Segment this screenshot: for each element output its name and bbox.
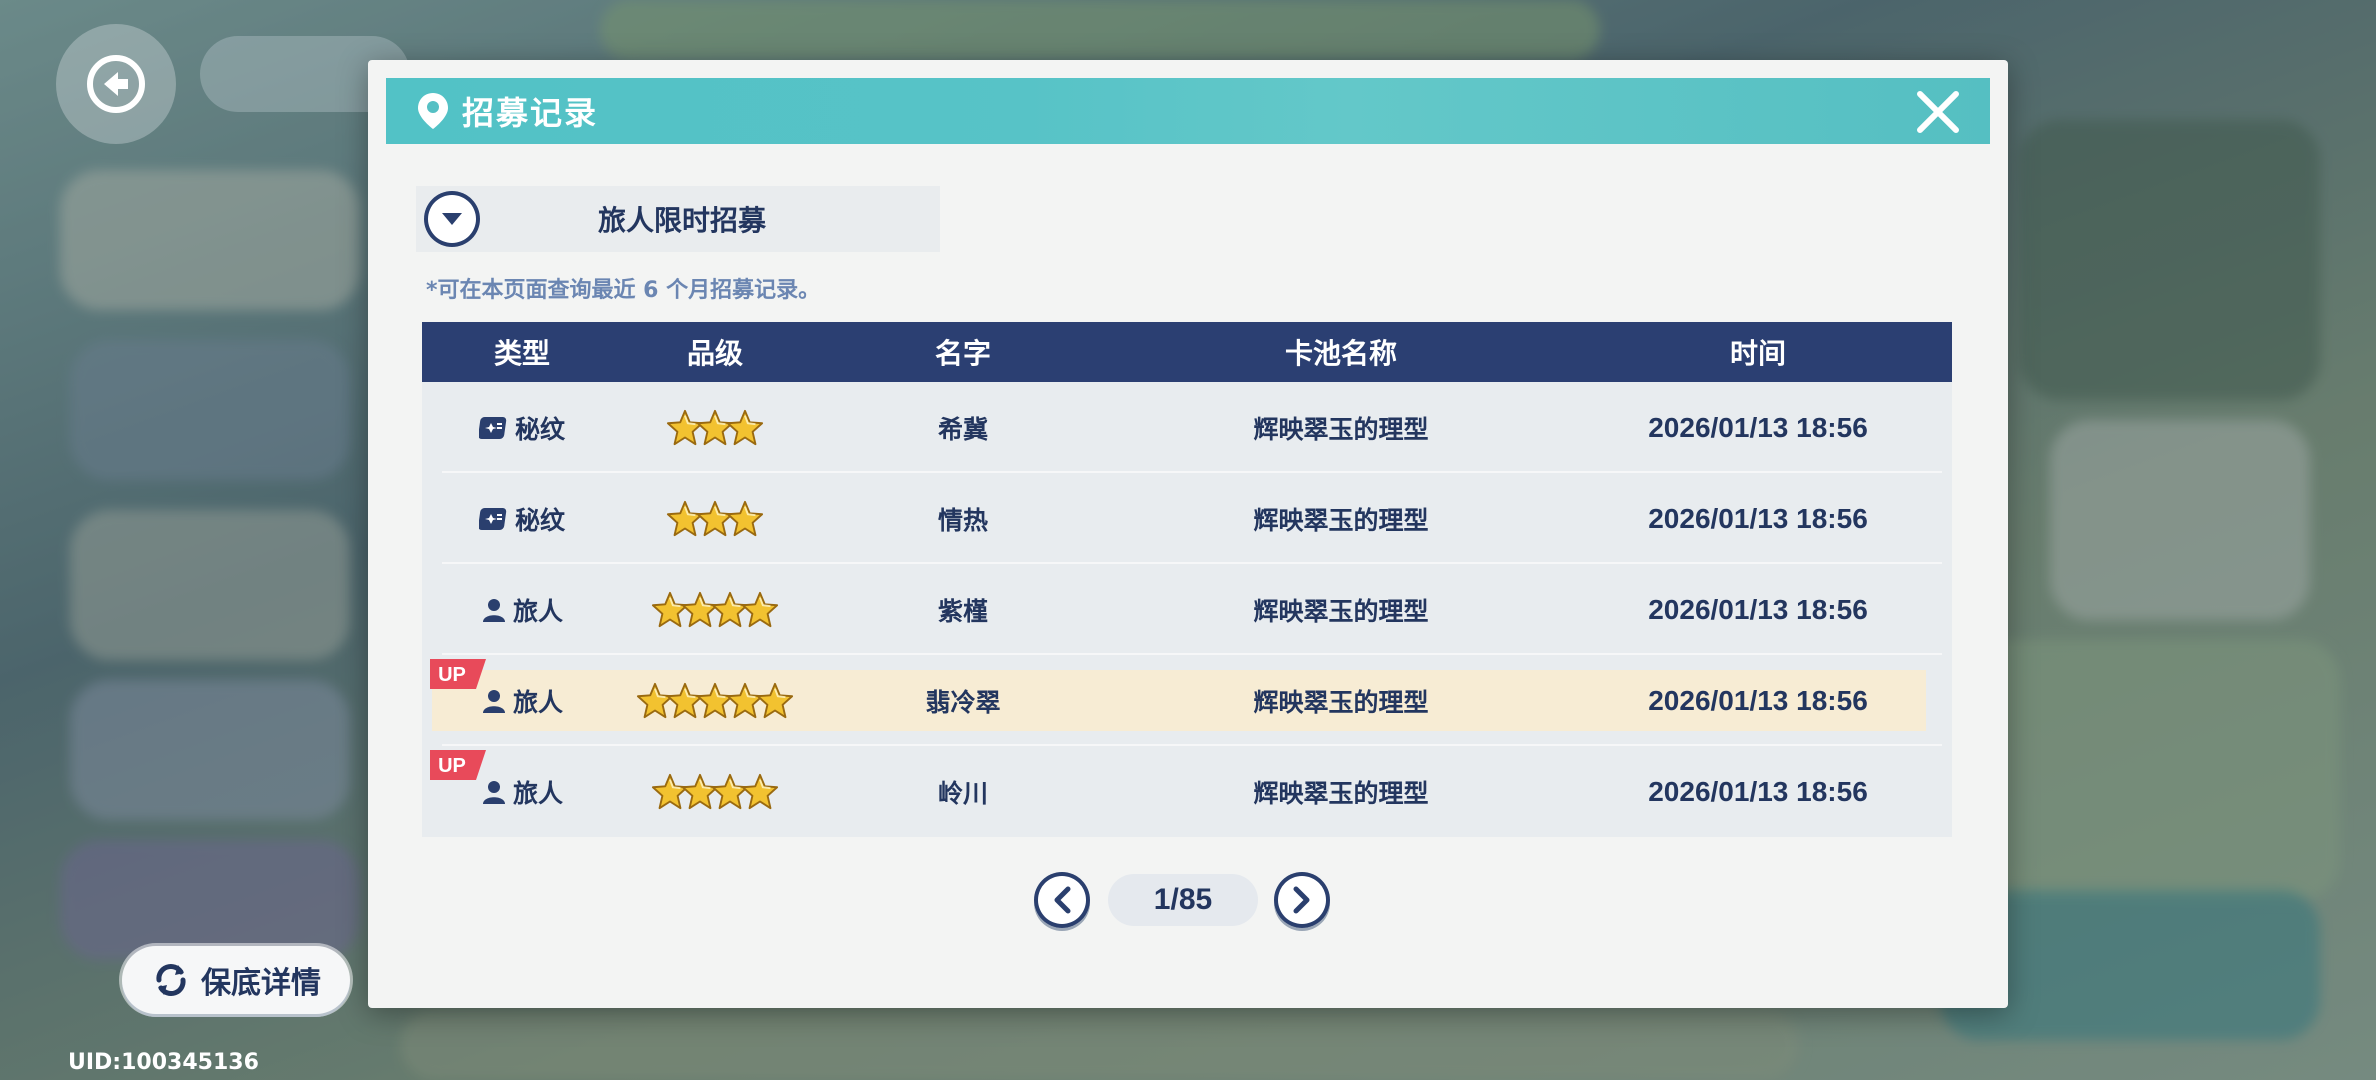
table-row: 旅人 紫槿 辉映翠玉的理型 2026/01/13 18:56 — [422, 564, 1952, 655]
cell-time: 2026/01/13 18:56 — [1648, 593, 1868, 625]
cell-pool: 辉映翠玉的理型 — [1253, 687, 1429, 717]
rune-icon — [478, 506, 509, 532]
person-icon — [481, 779, 507, 805]
back-button[interactable] — [56, 24, 176, 144]
cell-name: 情热 — [937, 505, 988, 535]
pagination: 1/85 — [1034, 870, 1334, 932]
prev-page-button[interactable] — [1034, 872, 1090, 928]
history-note: *可在本页面查询最近 6 个月招募记录。 — [426, 278, 821, 303]
recruit-record-dialog: 招募记录 旅人限时招募 *可在本页面查询最近 6 个月招募记录。 类型 品级 名… — [368, 60, 2008, 1008]
person-icon — [481, 688, 507, 714]
cell-time: 2026/01/13 18:56 — [1648, 775, 1868, 807]
cell-grade — [622, 682, 808, 720]
cell-name: 希冀 — [937, 414, 988, 444]
table-row: UP 旅人 岭川 辉映翠玉的理型 2026/01/13 18:56 — [422, 746, 1952, 837]
pool-selector[interactable]: 旅人限时招募 — [416, 186, 940, 252]
person-icon — [481, 597, 507, 623]
header-pool: 卡池名称 — [1284, 337, 1397, 370]
type-label: 旅人 — [512, 687, 563, 717]
cell-type: 旅人 — [422, 774, 622, 810]
chevron-right-icon — [1293, 886, 1310, 914]
pity-details-label: 保底详情 — [201, 966, 321, 1001]
cell-type: 旅人 — [422, 592, 622, 628]
cell-time: 2026/01/13 18:56 — [1648, 411, 1868, 443]
pity-details-button[interactable]: 保底详情 — [122, 946, 350, 1014]
table-body: 秘纹 希冀 辉映翠玉的理型 2026/01/13 18:56 秘纹 情热 辉映翠玉的理型 20… — [422, 382, 1952, 837]
cell-grade — [622, 409, 808, 447]
type-label: 秘纹 — [514, 414, 565, 444]
pool-selector-label: 旅人限时招募 — [597, 204, 766, 237]
cell-pool: 辉映翠玉的理型 — [1253, 596, 1429, 626]
chevron-down-icon — [442, 213, 462, 225]
next-page-button[interactable] — [1274, 872, 1330, 928]
star-icon — [741, 591, 779, 629]
cell-name: 翡冷翠 — [925, 687, 1001, 717]
cell-pool: 辉映翠玉的理型 — [1253, 414, 1429, 444]
star-icon — [726, 409, 764, 447]
table-row: 秘纹 情热 辉映翠玉的理型 2026/01/13 18:56 — [422, 473, 1952, 564]
cell-grade — [622, 591, 808, 629]
header-type: 类型 — [493, 337, 550, 370]
dropdown-button[interactable] — [424, 191, 480, 247]
header-grade: 品级 — [686, 337, 743, 370]
dialog-titlebar: 招募记录 — [386, 78, 1990, 144]
cell-type: 旅人 — [422, 683, 622, 719]
recruit-table: 类型 品级 名字 卡池名称 时间 秘纹 希冀 辉映翠玉的理型 2026/01/13 1… — [422, 322, 1952, 837]
type-label: 旅人 — [512, 596, 563, 626]
star-icon — [726, 500, 764, 538]
cell-name: 岭川 — [937, 778, 988, 808]
rune-icon — [478, 415, 509, 441]
uid-label: UID:100345136 — [68, 1050, 259, 1075]
cell-name: 紫槿 — [937, 596, 988, 626]
cell-time: 2026/01/13 18:56 — [1648, 502, 1868, 534]
refresh-icon — [156, 964, 186, 996]
cell-type: 秘纹 — [422, 501, 622, 537]
header-name: 名字 — [934, 337, 991, 370]
table-row: UP 旅人 翡冷翠 辉映翠玉的理型 2026/01/13 18:56 — [422, 655, 1952, 746]
location-pin-icon — [418, 93, 448, 129]
cell-time: 2026/01/13 18:56 — [1648, 684, 1868, 716]
cell-grade — [622, 773, 808, 811]
cell-pool: 辉映翠玉的理型 — [1253, 778, 1429, 808]
chevron-left-icon — [1054, 886, 1071, 914]
star-icon — [756, 682, 794, 720]
cell-grade — [622, 500, 808, 538]
star-icon — [741, 773, 779, 811]
header-time: 时间 — [1729, 338, 1786, 369]
cell-pool: 辉映翠玉的理型 — [1253, 505, 1429, 535]
back-arrow-icon — [87, 55, 145, 113]
cell-type: 秘纹 — [422, 410, 622, 446]
type-label: 秘纹 — [514, 505, 565, 535]
close-icon[interactable] — [1914, 88, 1962, 136]
page-indicator: 1/85 — [1108, 874, 1258, 926]
table-header: 类型 品级 名字 卡池名称 时间 — [422, 322, 1952, 382]
table-row: 秘纹 希冀 辉映翠玉的理型 2026/01/13 18:56 — [422, 382, 1952, 473]
dialog-title: 招募记录 — [462, 94, 599, 132]
type-label: 旅人 — [512, 778, 563, 808]
